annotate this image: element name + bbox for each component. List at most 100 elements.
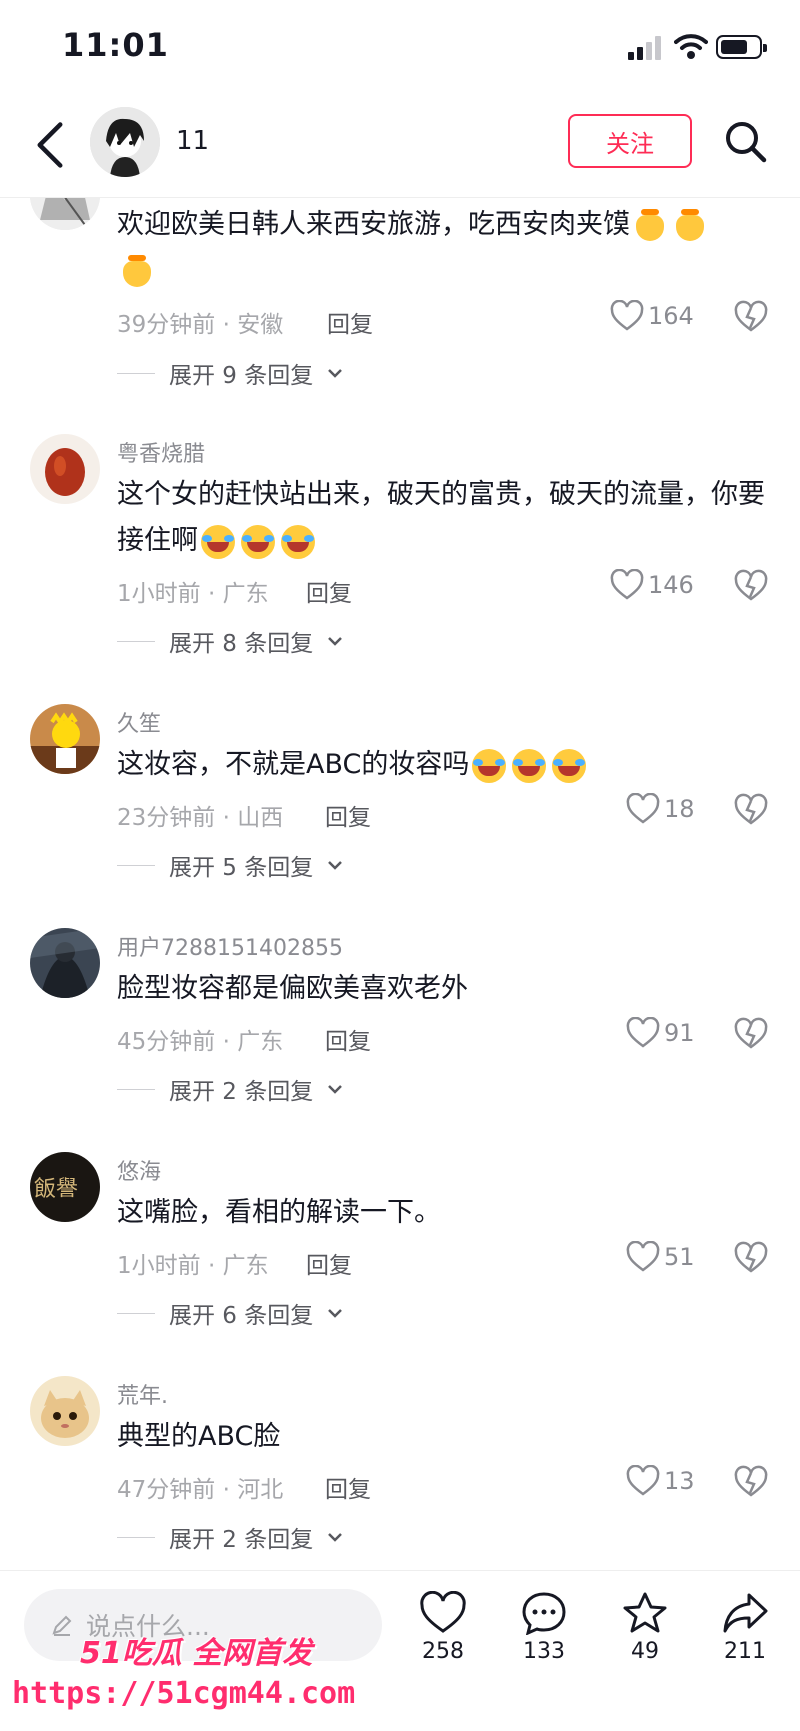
favorite-total: 49 xyxy=(631,1639,659,1664)
comment-meta: 1小时前 · 广东 xyxy=(117,581,269,607)
comment-username[interactable]: 悠海 xyxy=(117,1154,161,1186)
favorite-action-button[interactable]: 49 xyxy=(600,1591,690,1664)
comment-username[interactable]: 用户7288151402855 xyxy=(117,930,343,962)
pencil-icon xyxy=(52,1615,72,1636)
star-icon xyxy=(623,1592,667,1633)
comment-username[interactable]: 荒年. xyxy=(117,1378,168,1410)
reply-button[interactable]: 回复 xyxy=(306,574,352,608)
chevron-down-icon xyxy=(328,637,343,646)
comment-meta: 39分钟前 · 安徽 xyxy=(117,312,284,338)
heart-icon xyxy=(626,793,660,824)
folded-hands-emoji xyxy=(633,208,667,243)
dislike-icon[interactable] xyxy=(734,1017,768,1051)
heart-icon xyxy=(610,569,644,600)
like-action-button[interactable]: 258 xyxy=(398,1591,488,1664)
follow-button[interactable]: 关注 xyxy=(568,114,692,168)
folded-hands-emoji xyxy=(673,208,707,243)
laughing-emoji xyxy=(241,524,275,559)
like-button[interactable]: 91 xyxy=(626,1017,695,1049)
battery-icon xyxy=(716,35,767,59)
folded-hands-emoji xyxy=(120,254,154,289)
share-arrow-icon xyxy=(723,1593,768,1633)
back-arrow-icon[interactable] xyxy=(30,120,70,170)
chevron-down-icon xyxy=(328,1085,343,1094)
like-button[interactable]: 18 xyxy=(626,793,695,825)
expand-replies-button[interactable]: 展开 2 条回复 xyxy=(117,1072,343,1106)
like-button[interactable]: 51 xyxy=(626,1241,695,1273)
comment-avatar[interactable] xyxy=(30,928,100,998)
comment-avatar[interactable] xyxy=(30,434,100,504)
dislike-icon[interactable] xyxy=(734,569,768,603)
comment-meta: 45分钟前 · 广东 xyxy=(117,1029,284,1055)
comment-text: 典型的ABC脸 xyxy=(117,1421,281,1452)
comment-text: 脸型妆容都是偏欧美喜欢老外 xyxy=(117,973,468,1004)
reply-button[interactable]: 回复 xyxy=(306,1246,352,1280)
status-bar: 11:01 xyxy=(0,0,800,95)
comment-meta: 1小时前 · 广东 xyxy=(117,1253,269,1279)
dislike-icon[interactable] xyxy=(734,300,768,334)
expand-replies-button[interactable]: 展开 8 条回复 xyxy=(117,624,343,658)
search-icon[interactable] xyxy=(722,118,770,166)
comment-text: 欢迎欧美日韩人来西安旅游，吃西安肉夹馍 xyxy=(117,202,777,294)
expand-replies-button[interactable]: 展开 9 条回复 xyxy=(117,356,343,390)
comment-text: 这个女的赶快站出来，破天的富贵，破天的流量，你要接住啊 xyxy=(117,472,777,564)
reply-button[interactable]: 回复 xyxy=(325,1022,371,1056)
laughing-emoji xyxy=(512,748,547,783)
like-total: 258 xyxy=(422,1639,464,1664)
like-count: 91 xyxy=(664,1019,695,1047)
like-count: 164 xyxy=(648,302,694,330)
chevron-down-icon xyxy=(328,1309,343,1318)
comment-text: 这嘴脸，看相的解读一下。 xyxy=(117,1197,441,1228)
laughing-emoji xyxy=(472,748,507,783)
laughing-emoji xyxy=(281,524,315,559)
reply-button[interactable]: 回复 xyxy=(325,1470,371,1504)
watermark-url: https://51cgm44.com xyxy=(12,1676,356,1711)
expand-replies-button[interactable]: 展开 5 条回复 xyxy=(117,848,343,882)
comment-avatar[interactable] xyxy=(30,1376,100,1446)
chevron-down-icon xyxy=(328,861,343,870)
heart-icon xyxy=(626,1241,660,1272)
share-action-button[interactable]: 211 xyxy=(700,1591,790,1664)
heart-icon xyxy=(610,300,644,331)
comment-text: 这妆容，不就是ABC的妆容吗 xyxy=(117,742,777,788)
reply-button[interactable]: 回复 xyxy=(325,798,371,832)
reply-button[interactable]: 回复 xyxy=(327,305,373,339)
like-count: 146 xyxy=(648,571,694,599)
comment-total: 133 xyxy=(523,1639,565,1664)
comment-avatar[interactable] xyxy=(30,704,100,774)
share-total: 211 xyxy=(724,1639,766,1664)
dislike-icon[interactable] xyxy=(734,1465,768,1499)
comment-bubble-icon xyxy=(522,1592,566,1635)
like-count: 18 xyxy=(664,795,695,823)
header-username[interactable]: 11 xyxy=(176,126,209,156)
like-button[interactable]: 164 xyxy=(610,300,694,332)
comment-meta: 23分钟前 · 山西 xyxy=(117,805,284,831)
like-button[interactable]: 13 xyxy=(626,1465,695,1497)
comment-avatar[interactable] xyxy=(30,198,100,230)
heart-icon xyxy=(626,1017,660,1048)
like-button[interactable]: 146 xyxy=(610,569,694,601)
comment-username[interactable]: 久笙 xyxy=(117,706,161,738)
heart-icon xyxy=(420,1591,466,1633)
comment-avatar[interactable]: 飯譽 xyxy=(30,1152,100,1222)
chevron-down-icon xyxy=(328,369,343,378)
expand-replies-button[interactable]: 展开 2 条回复 xyxy=(117,1520,343,1554)
dislike-icon[interactable] xyxy=(734,1241,768,1275)
watermark-title: 51吃瓜 全网首发 xyxy=(80,1636,313,1671)
comment-meta: 47分钟前 · 河北 xyxy=(117,1477,284,1503)
chevron-down-icon xyxy=(328,1533,343,1542)
comment-action-button[interactable]: 133 xyxy=(499,1591,589,1664)
svg-text:飯譽: 飯譽 xyxy=(34,1177,78,1202)
dislike-icon[interactable] xyxy=(734,793,768,827)
header-avatar[interactable] xyxy=(90,107,160,177)
heart-icon xyxy=(626,1465,660,1496)
comment-list[interactable]: 欢迎欧美日韩人来西安旅游，吃西安肉夹馍 39分钟前 · 安徽 回复 164 展开… xyxy=(0,198,800,1570)
status-time: 11:01 xyxy=(62,26,169,64)
comment-username[interactable]: 粤香烧腊 xyxy=(117,436,205,468)
cellular-signal-icon xyxy=(628,36,661,60)
like-count: 13 xyxy=(664,1467,695,1495)
laughing-emoji xyxy=(201,524,235,559)
laughing-emoji xyxy=(552,748,587,783)
expand-replies-button[interactable]: 展开 6 条回复 xyxy=(117,1296,343,1330)
like-count: 51 xyxy=(664,1243,695,1271)
